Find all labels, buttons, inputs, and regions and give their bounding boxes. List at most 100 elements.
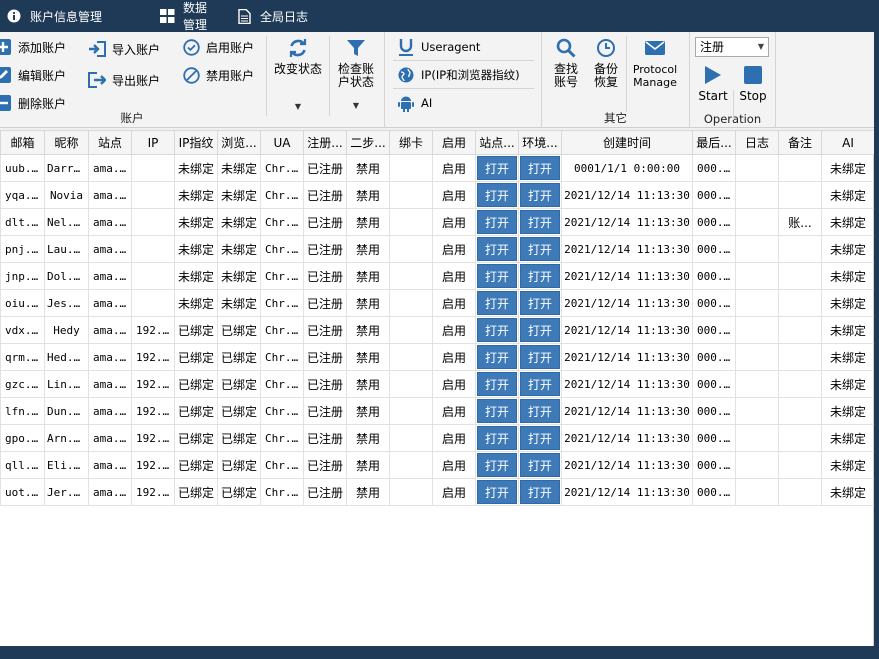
cell-site[interactable]: ama...: [88, 478, 132, 506]
cell-created[interactable]: 2021/12/14 11:13:30: [561, 451, 693, 479]
cell-card[interactable]: [389, 451, 433, 479]
cell-card[interactable]: [389, 424, 433, 452]
cell-created[interactable]: 2021/12/14 11:13:30: [561, 397, 693, 425]
open-env-button[interactable]: 打开: [520, 210, 560, 234]
tab-data-management[interactable]: 数据管理: [132, 0, 236, 32]
cell-note[interactable]: [778, 370, 822, 398]
cell-reg[interactable]: 已注册: [303, 424, 347, 452]
cell-site[interactable]: ama...: [88, 181, 132, 209]
cell-last[interactable]: 000...: [692, 262, 736, 290]
table-row[interactable]: gzc... Lin... ama... 192... 已绑定 已绑定 Chr... 已注册禁…: [0, 370, 875, 398]
cell-ipfp[interactable]: 已绑定: [174, 316, 218, 344]
cell-reg[interactable]: 已注册: [303, 397, 347, 425]
operation-mode-select[interactable]: 注册 ▼: [695, 37, 769, 57]
cell-enabled[interactable]: 启用: [432, 316, 476, 344]
cell-ipfp[interactable]: 已绑定: [174, 397, 218, 425]
cell-last[interactable]: 000...: [692, 208, 736, 236]
cell-ip[interactable]: 192...: [131, 478, 175, 506]
open-site-button[interactable]: 打开: [477, 345, 517, 369]
cell-enabled[interactable]: 启用: [432, 370, 476, 398]
cell-nick[interactable]: Jes...: [44, 289, 89, 317]
cell-log[interactable]: [735, 235, 779, 263]
cell-browser[interactable]: 已绑定: [217, 316, 261, 344]
cell-browser[interactable]: 未绑定: [217, 235, 261, 263]
cell-twostep[interactable]: 禁用: [346, 343, 390, 371]
tab-global-log[interactable]: 全局日志: [236, 0, 326, 32]
cell-ai[interactable]: 未绑定: [821, 370, 875, 398]
cell-ai[interactable]: 未绑定: [821, 343, 875, 371]
open-env-cell[interactable]: 打开: [518, 154, 562, 182]
cell-ua[interactable]: Chr...: [260, 154, 304, 182]
cell-created[interactable]: 2021/12/14 11:13:30: [561, 424, 693, 452]
cell-twostep[interactable]: 禁用: [346, 370, 390, 398]
open-env-button[interactable]: 打开: [520, 399, 560, 423]
edit-account-button[interactable]: 编辑账户: [0, 64, 66, 86]
cell-ip[interactable]: 192...: [131, 343, 175, 371]
open-env-cell[interactable]: 打开: [518, 397, 562, 425]
cell-email[interactable]: uot...: [0, 478, 45, 506]
cell-ipfp[interactable]: 未绑定: [174, 235, 218, 263]
cell-site[interactable]: ama...: [88, 262, 132, 290]
cell-ip[interactable]: [131, 181, 175, 209]
cell-ai[interactable]: 未绑定: [821, 424, 875, 452]
open-env-cell[interactable]: 打开: [518, 451, 562, 479]
cell-ip[interactable]: [131, 154, 175, 182]
open-env-cell[interactable]: 打开: [518, 424, 562, 452]
cell-ai[interactable]: 未绑定: [821, 289, 875, 317]
backup-restore-button[interactable]: 备份 恢复: [588, 36, 624, 89]
cell-card[interactable]: [389, 235, 433, 263]
cell-site[interactable]: ama...: [88, 154, 132, 182]
cell-ai[interactable]: 未绑定: [821, 235, 875, 263]
open-env-cell[interactable]: 打开: [518, 181, 562, 209]
cell-reg[interactable]: 已注册: [303, 289, 347, 317]
cell-email[interactable]: gzc...: [0, 370, 45, 398]
cell-enabled[interactable]: 启用: [432, 208, 476, 236]
column-header[interactable]: IP: [131, 130, 175, 155]
cell-ua[interactable]: Chr...: [260, 262, 304, 290]
cell-last[interactable]: 000...: [692, 478, 736, 506]
open-site-cell[interactable]: 打开: [475, 316, 519, 344]
cell-enabled[interactable]: 启用: [432, 181, 476, 209]
cell-note[interactable]: [778, 397, 822, 425]
cell-created[interactable]: 2021/12/14 11:13:30: [561, 235, 693, 263]
column-header[interactable]: AI: [821, 130, 875, 155]
cell-ip[interactable]: 192...: [131, 316, 175, 344]
open-env-cell[interactable]: 打开: [518, 478, 562, 506]
open-env-button[interactable]: 打开: [520, 480, 560, 504]
cell-twostep[interactable]: 禁用: [346, 208, 390, 236]
cell-last[interactable]: 000...: [692, 451, 736, 479]
cell-browser[interactable]: 未绑定: [217, 289, 261, 317]
cell-reg[interactable]: 已注册: [303, 370, 347, 398]
cell-card[interactable]: [389, 154, 433, 182]
column-header[interactable]: 邮箱: [0, 130, 45, 155]
cell-last[interactable]: 000...: [692, 343, 736, 371]
cell-site[interactable]: ama...: [88, 370, 132, 398]
cell-twostep[interactable]: 禁用: [346, 424, 390, 452]
open-env-button[interactable]: 打开: [520, 318, 560, 342]
column-header[interactable]: 创建时间: [561, 130, 693, 155]
cell-enabled[interactable]: 启用: [432, 235, 476, 263]
open-site-button[interactable]: 打开: [477, 480, 517, 504]
column-header[interactable]: IP指纹: [174, 130, 218, 155]
cell-note[interactable]: [778, 262, 822, 290]
cell-log[interactable]: [735, 289, 779, 317]
open-env-cell[interactable]: 打开: [518, 370, 562, 398]
cell-ua[interactable]: Chr...: [260, 451, 304, 479]
cell-created[interactable]: 0001/1/1 0:00:00: [561, 154, 693, 182]
stop-button[interactable]: Stop: [736, 63, 770, 103]
cell-site[interactable]: ama...: [88, 424, 132, 452]
table-row[interactable]: dlt... Nel... ama... 未绑定 未绑定 Chr... 已注册 禁用 启用 打开打…: [0, 208, 875, 236]
open-site-cell[interactable]: 打开: [475, 289, 519, 317]
cell-log[interactable]: [735, 316, 779, 344]
cell-site[interactable]: ama...: [88, 235, 132, 263]
cell-created[interactable]: 2021/12/14 11:13:30: [561, 289, 693, 317]
cell-browser[interactable]: 已绑定: [217, 397, 261, 425]
open-site-cell[interactable]: 打开: [475, 343, 519, 371]
open-env-cell[interactable]: 打开: [518, 208, 562, 236]
cell-nick[interactable]: Dol...: [44, 262, 89, 290]
cell-log[interactable]: [735, 343, 779, 371]
column-header[interactable]: 启用: [432, 130, 476, 155]
cell-browser[interactable]: 未绑定: [217, 262, 261, 290]
cell-card[interactable]: [389, 289, 433, 317]
cell-note[interactable]: [778, 343, 822, 371]
